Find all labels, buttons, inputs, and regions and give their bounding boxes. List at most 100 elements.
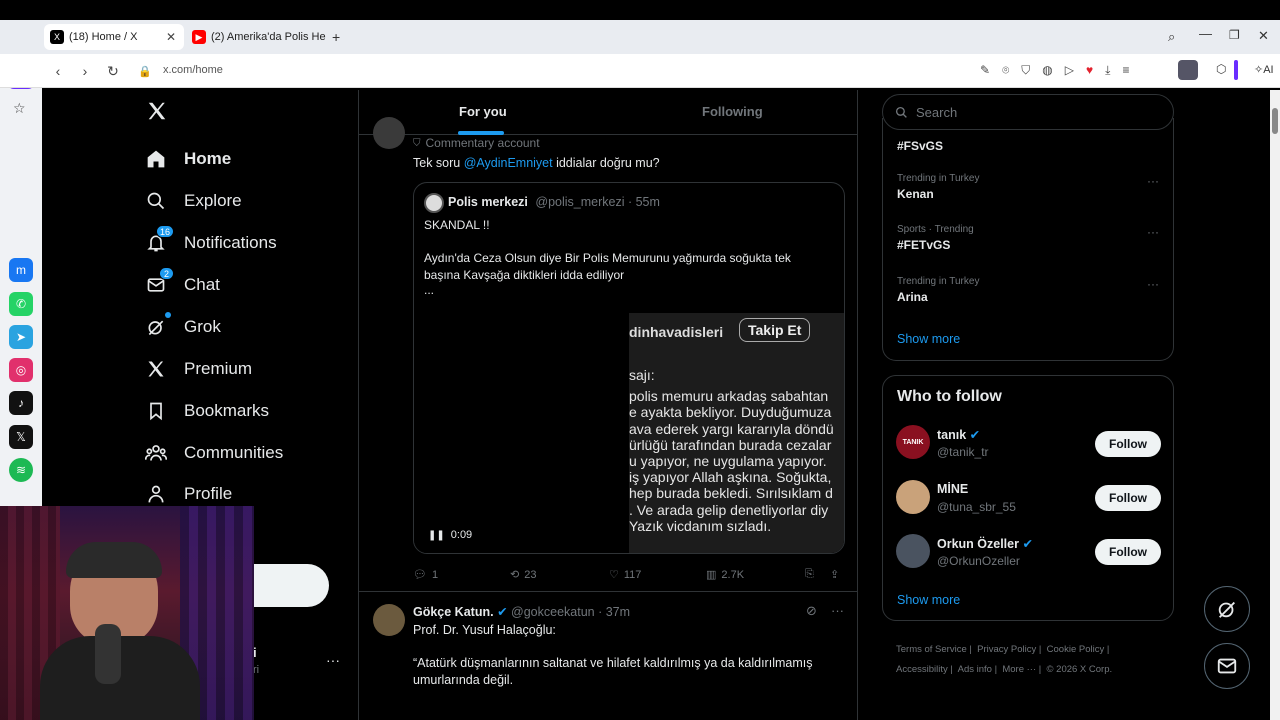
minimize-icon[interactable]: —: [1199, 26, 1212, 41]
footer-link[interactable]: Accessibility: [896, 664, 948, 675]
subtitle-line: ürlüğü tarafından burada cezalar: [629, 436, 832, 453]
avatar[interactable]: [373, 117, 405, 149]
footer-link[interactable]: More ···: [1002, 664, 1036, 675]
follow-button[interactable]: Follow: [1095, 431, 1161, 457]
menu-icon[interactable]: ≡: [1122, 63, 1129, 78]
like-button[interactable]: ♡ 117: [609, 568, 641, 582]
star-icon[interactable]: ☆: [13, 100, 26, 117]
trend-item[interactable]: Sports · Trending #FETvGS: [897, 224, 974, 252]
nav-home[interactable]: Home: [144, 144, 231, 174]
pause-icon[interactable]: ❚❚: [428, 530, 445, 541]
show-more-trends-link[interactable]: Show more: [897, 332, 960, 346]
tab-for-you[interactable]: For you: [459, 104, 507, 119]
nav-profile-label: Profile: [184, 484, 233, 503]
messenger-icon[interactable]: m: [9, 258, 33, 282]
messages-float-button[interactable]: [1204, 643, 1250, 689]
tab-following[interactable]: Following: [702, 104, 763, 119]
shield-icon[interactable]: ⛉: [1021, 63, 1030, 78]
avatar[interactable]: [373, 604, 405, 636]
new-tab-button[interactable]: +: [332, 29, 340, 45]
more-icon[interactable]: ···: [1147, 174, 1159, 188]
footer-link[interactable]: Cookie Policy: [1047, 644, 1105, 655]
cube-icon[interactable]: ⬡: [1216, 62, 1226, 76]
video-time: 0:09: [450, 529, 473, 541]
trend-item[interactable]: #FSvGS: [897, 136, 943, 153]
tab-search-icon[interactable]: ⌕: [1168, 29, 1175, 45]
tweet-author[interactable]: Gökçe Katun.: [413, 605, 494, 619]
more-icon[interactable]: ···: [831, 603, 844, 618]
suggestion-name[interactable]: MİNE: [937, 482, 968, 496]
share-button[interactable]: ⇪: [830, 568, 839, 581]
quote-ellipsis: ...: [424, 283, 435, 297]
play-icon[interactable]: ▷: [1065, 63, 1074, 78]
tab-youtube[interactable]: ▶ (2) Amerika'da Polis Her Ş...: [186, 24, 326, 50]
quote-line2: Aydın'da Ceza Olsun diye Bir Polis Memur…: [424, 251, 791, 282]
grok-float-button[interactable]: [1204, 586, 1250, 632]
trend-item[interactable]: Trending in Turkey Arina: [897, 276, 979, 304]
footer-link[interactable]: Ads info: [958, 664, 992, 675]
heart-icon[interactable]: ♥: [1086, 63, 1093, 78]
close-window-icon[interactable]: ✕: [1258, 28, 1269, 44]
grok-icon[interactable]: ⊘: [806, 603, 817, 619]
follow-button[interactable]: Follow: [1095, 539, 1161, 565]
avatar[interactable]: [896, 534, 930, 568]
back-icon[interactable]: ‹: [48, 54, 68, 88]
scrollbar[interactable]: [1270, 90, 1280, 720]
vpn-icon[interactable]: ◍: [1042, 63, 1052, 78]
account-more-icon[interactable]: ···: [326, 652, 340, 668]
quote-tweet[interactable]: Polis merkezi @polis_merkezi · 55m SKAND…: [413, 182, 845, 554]
nav-profile[interactable]: Profile: [144, 479, 232, 509]
nav-communities[interactable]: Communities: [144, 438, 283, 468]
camera-icon[interactable]: ⌾: [1002, 63, 1009, 78]
nav-premium[interactable]: Premium: [144, 354, 252, 384]
suggestion-name[interactable]: tanık ✔: [937, 427, 980, 442]
views-button[interactable]: ▥ 2.7K: [706, 568, 744, 582]
repost-icon: ⟲: [510, 569, 520, 581]
instagram-icon[interactable]: ◎: [9, 358, 33, 382]
edit-icon[interactable]: ✎: [980, 63, 990, 78]
show-more-follow-link[interactable]: Show more: [897, 593, 960, 607]
nav-bookmarks[interactable]: Bookmarks: [144, 396, 269, 426]
x-logo-icon[interactable]: [146, 100, 168, 127]
nav-chat[interactable]: 2 Chat: [144, 267, 220, 300]
more-icon[interactable]: ···: [1147, 225, 1159, 239]
reply-button[interactable]: 💬︎ 1: [413, 568, 438, 582]
bookmark-button[interactable]: ⎘: [805, 568, 814, 581]
whatsapp-icon[interactable]: ✆: [9, 292, 33, 316]
avatar[interactable]: [896, 480, 930, 514]
trend-item[interactable]: Trending in Turkey Kenan: [897, 173, 979, 201]
url-field[interactable]: x.com/home: [163, 64, 223, 76]
nav-grok[interactable]: Grok: [144, 312, 221, 342]
footer-link[interactable]: Terms of Service: [896, 644, 967, 655]
active-tab-indicator: [458, 131, 504, 135]
follow-button[interactable]: Follow: [1095, 485, 1161, 511]
lock-icon[interactable]: 🔒: [135, 54, 155, 88]
forward-icon[interactable]: ›: [75, 54, 95, 88]
restore-icon[interactable]: ❐: [1229, 28, 1240, 42]
ai-button[interactable]: ✧AI: [1254, 63, 1274, 76]
suggestion-name[interactable]: Orkun Özeller ✔: [937, 536, 1033, 551]
tab-x-home[interactable]: X (18) Home / X ✕: [44, 24, 184, 50]
scrollbar-thumb[interactable]: [1272, 108, 1278, 134]
telegram-icon[interactable]: ➤: [9, 325, 33, 349]
avatar[interactable]: TANIK: [896, 425, 930, 459]
verified-icon: ✔: [1022, 537, 1033, 551]
profile-avatar[interactable]: [1178, 60, 1198, 80]
tweet-line1: Prof. Dr. Yusuf Halaçoğlu:: [413, 623, 556, 637]
spotify-icon[interactable]: ≋: [9, 458, 33, 482]
nav-notifications[interactable]: 16 Notifications: [144, 225, 277, 258]
video-player[interactable]: dinhavadisleri Takip Et sajı: polis memu…: [414, 313, 844, 553]
download-icon[interactable]: ⤓: [1105, 63, 1110, 78]
x-app-icon[interactable]: 𝕏: [9, 425, 33, 449]
nav-explore[interactable]: Explore: [144, 186, 242, 216]
quote-author[interactable]: Polis merkezi: [448, 195, 528, 209]
repost-button[interactable]: ⟲ 23: [510, 568, 536, 582]
share-icon: ⇪: [830, 569, 840, 581]
home-icon: [144, 147, 168, 171]
more-icon[interactable]: ···: [1147, 277, 1159, 291]
close-tab-icon[interactable]: ✕: [166, 30, 176, 44]
footer-link[interactable]: Privacy Policy: [977, 644, 1036, 655]
tiktok-icon[interactable]: ♪: [9, 391, 33, 415]
mention-link[interactable]: @AydinEmniyet: [464, 156, 553, 170]
reload-icon[interactable]: ↻: [103, 54, 123, 88]
